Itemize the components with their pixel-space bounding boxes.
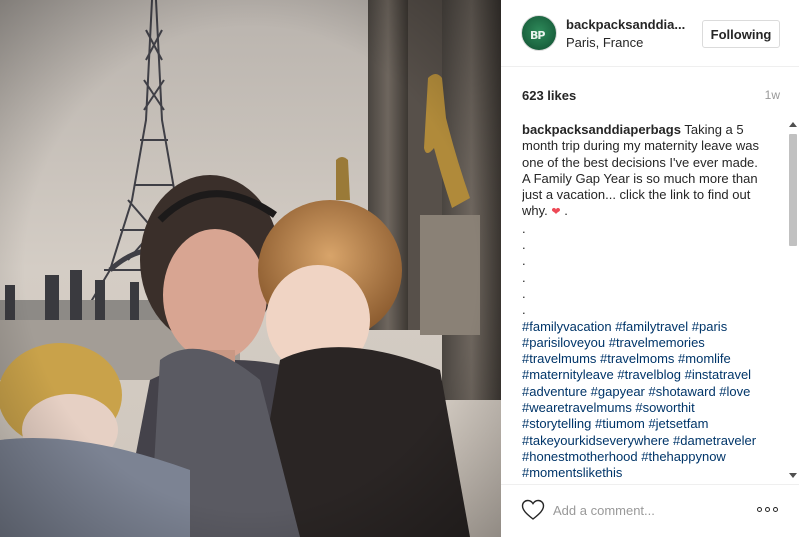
scroll-thumb[interactable] — [789, 134, 797, 246]
post-time[interactable]: 1w — [765, 88, 780, 102]
ellipsis-dot — [757, 507, 762, 512]
post-photo[interactable] — [0, 0, 501, 537]
caption-end: . — [560, 203, 568, 219]
add-comment-input[interactable] — [553, 500, 743, 520]
scroll-up-arrow-icon[interactable] — [789, 122, 797, 127]
heart-outline-icon — [521, 499, 545, 520]
more-options-button[interactable] — [757, 507, 781, 515]
comments-area: backpacksanddiaperbags Taking a 5 month … — [522, 122, 788, 480]
post-caption: backpacksanddiaperbags Taking a 5 month … — [522, 122, 760, 319]
avatar-mark: BP — [530, 29, 545, 42]
hashtag-list[interactable]: #familyvacation #familytravel #paris #pa… — [522, 319, 762, 480]
location-link[interactable]: Paris, France — [566, 35, 643, 50]
like-button[interactable] — [521, 499, 545, 521]
comment-bar — [501, 484, 799, 537]
user-avatar[interactable]: BP — [521, 15, 557, 51]
caption-dots: . . . . . . — [522, 220, 526, 318]
post-header: BP backpacksanddia... Paris, France Foll… — [501, 0, 799, 67]
photo-illustration — [0, 0, 501, 537]
scroll-down-arrow-icon[interactable] — [789, 473, 797, 478]
following-button[interactable]: Following — [702, 20, 780, 48]
username-link[interactable]: backpacksanddia... — [566, 17, 685, 32]
red-heart-emoji-icon: ❤ — [551, 206, 561, 219]
ellipsis-dot — [765, 507, 770, 512]
comments-scrollbar[interactable] — [788, 122, 798, 478]
likes-count[interactable]: 623 likes — [522, 88, 576, 103]
caption-author[interactable]: backpacksanddiaperbags — [522, 122, 681, 137]
post-details-panel: BP backpacksanddia... Paris, France Foll… — [501, 0, 799, 537]
ellipsis-dot — [773, 507, 778, 512]
